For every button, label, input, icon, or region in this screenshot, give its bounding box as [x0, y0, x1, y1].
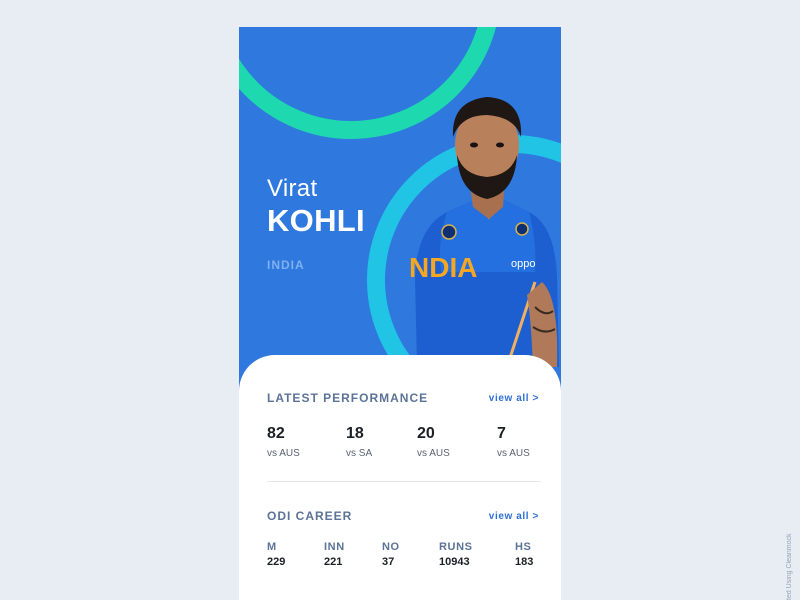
- player-first-name: Virat: [267, 175, 318, 202]
- performance-item: 18 vs SA: [346, 425, 372, 459]
- career-stat-label: NO: [382, 541, 400, 553]
- section-divider: [267, 481, 541, 482]
- career-stat: INN 221: [324, 541, 345, 568]
- latest-performance-heading: LATEST PERFORMANCE: [267, 391, 429, 405]
- performance-score: 82: [267, 425, 285, 442]
- player-last-name: KOHLI: [267, 203, 365, 238]
- player-country: INDIA: [267, 258, 305, 272]
- career-stat-label: HS: [515, 541, 532, 553]
- career-stat: RUNS 10943: [439, 541, 473, 568]
- odi-career-view-all-link[interactable]: view all >: [489, 511, 539, 522]
- career-stat-value: 221: [324, 556, 343, 568]
- career-stat-label: INN: [324, 541, 345, 553]
- performance-item: 20 vs AUS: [417, 425, 450, 459]
- career-stat: HS 183: [515, 541, 533, 568]
- watermark-text: ted Using Cleanmock: [786, 533, 793, 600]
- performance-item: 82 vs AUS: [267, 425, 300, 459]
- career-stat-value: 183: [515, 556, 534, 568]
- career-stat: M 229: [267, 541, 285, 568]
- career-stat-value: 229: [267, 556, 286, 568]
- odi-career-heading: ODI CAREER: [267, 509, 353, 523]
- performance-item: 7 vs AUS: [497, 425, 530, 459]
- performance-score: 18: [346, 425, 364, 442]
- career-stat: NO 37: [382, 541, 400, 568]
- jersey-sponsor: oppo: [511, 258, 535, 270]
- performance-opponent: vs SA: [346, 448, 373, 459]
- career-stat-value: 37: [382, 556, 395, 568]
- stats-panel: LATEST PERFORMANCE view all > 82 vs AUS …: [239, 355, 561, 600]
- career-stat-label: M: [267, 541, 277, 553]
- latest-performance-view-all-link[interactable]: view all >: [489, 393, 539, 404]
- player-card: Virat KOHLI INDIA NDIA oppo LATEST PERFO…: [239, 27, 561, 600]
- performance-opponent: vs AUS: [417, 448, 450, 459]
- player-photo: NDIA oppo: [409, 97, 559, 367]
- performance-score: 20: [417, 425, 435, 442]
- jersey-text: NDIA: [409, 252, 477, 283]
- performance-opponent: vs AUS: [497, 448, 530, 459]
- career-stat-label: RUNS: [439, 541, 473, 553]
- performance-opponent: vs AUS: [267, 448, 300, 459]
- performance-score: 7: [497, 425, 506, 442]
- career-stat-value: 10943: [439, 556, 470, 568]
